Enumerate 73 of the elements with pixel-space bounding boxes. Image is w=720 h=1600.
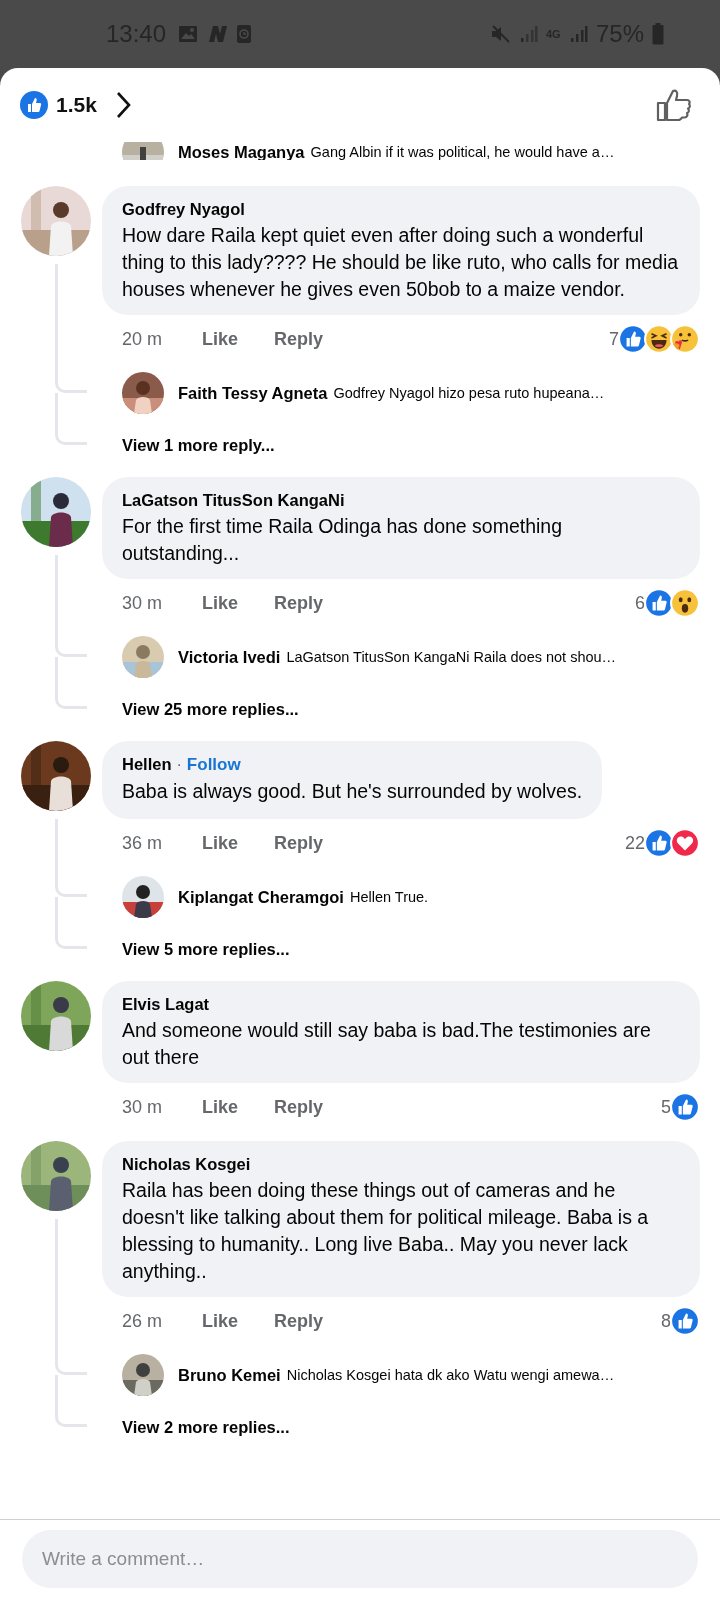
like-action[interactable]: Like (202, 1310, 239, 1332)
signal-icon (519, 25, 538, 43)
reply-action[interactable]: Reply (274, 832, 324, 854)
reply-author[interactable]: Faith Tessy Agneta (178, 383, 328, 403)
chevron-right-icon[interactable] (114, 91, 131, 119)
comment-time: 30 m (122, 1096, 164, 1118)
separator-dot: · (176, 756, 182, 774)
like-icon (670, 1092, 700, 1122)
comment-time: 36 m (122, 832, 164, 854)
comment-author[interactable]: Hellen (122, 755, 172, 774)
like-action[interactable]: Like (202, 832, 239, 854)
comment-author[interactable]: Godfrey Nyagol (122, 200, 245, 219)
battery-icon (652, 23, 664, 45)
view-more-replies-link[interactable]: View 25 more replies... (122, 699, 299, 719)
comment-text: Baba is always good. But he's surrounded by wolves. (122, 779, 583, 804)
reaction-count: 5 (661, 1096, 671, 1118)
thread-connector (55, 627, 87, 657)
follow-link[interactable]: Follow (186, 755, 241, 775)
comment-time: 20 m (122, 328, 164, 350)
reply-text: LaGatson TitusSon KangaNi Raila does not shou… (286, 649, 617, 665)
mute-icon (489, 24, 512, 44)
reply-action[interactable]: Reply (274, 328, 324, 350)
like-icon (618, 324, 648, 354)
like-action[interactable]: Like (202, 592, 239, 614)
reply-author[interactable]: Kiplangat Cheramgoi (178, 887, 344, 907)
surprised-emoji-icon (670, 588, 700, 618)
reply-action[interactable]: Reply (274, 1310, 324, 1332)
thread-connector (55, 927, 87, 949)
reaction-count-button[interactable]: 1.5k (48, 93, 101, 117)
comment-time: 26 m (122, 1310, 164, 1332)
like-icon (20, 91, 48, 119)
comment-text: Raila has been doing these things out of cameras and he doesn't like talking about them for political mileage. Baba is a blessing to humanity.. Long live Baba.. May you never lack anything.. (122, 1178, 650, 1284)
clock-icon (236, 24, 253, 44)
view-more-replies-link[interactable]: View 5 more replies... (122, 939, 290, 959)
image-icon (178, 25, 199, 43)
thread-connector (55, 423, 87, 445)
thread-connector (55, 1405, 87, 1427)
reply-text: Nicholas Kosgei hata dk ako Watu wengi amewa… (286, 1367, 615, 1383)
reply-text: Hellen True. (349, 889, 429, 905)
hugging-emoji-icon (670, 324, 700, 354)
comment-text: For the first time Raila Odinga has done something outstanding... (122, 514, 564, 566)
signal-icon (569, 25, 588, 43)
comment-text: How dare Raila kept quiet even after doing such a wonderful thing to this lady???? He should be like ruto, who calls for media houses whenever he gives even 50bob to a maize vendor. (122, 223, 680, 302)
reply-author[interactable]: Victoria Ivedi (178, 647, 281, 667)
reply-action[interactable]: Reply (274, 592, 324, 614)
like-icon (670, 1306, 700, 1336)
reply-author[interactable]: Bruno Kemei (178, 1365, 281, 1385)
like-icon (644, 588, 674, 618)
like-icon (644, 828, 674, 858)
like-button-icon[interactable] (656, 87, 692, 123)
comment-input-field[interactable]: Write a comment… (22, 1530, 698, 1588)
reply-text: Godfrey Nyagol hizo pesa ruto hupeana… (333, 385, 605, 401)
thread-connector (55, 363, 87, 393)
reply-text: Gang Albin if it was political, he would have a… (310, 144, 615, 160)
thread-connector (55, 1345, 87, 1375)
app-icon (206, 25, 229, 43)
laughing-emoji-icon (644, 324, 674, 354)
like-action[interactable]: Like (202, 328, 239, 350)
reaction-count: 22 (624, 832, 645, 854)
reply-action[interactable]: Reply (274, 1096, 324, 1118)
comment-author[interactable]: Elvis Lagat (122, 995, 210, 1014)
reaction-count: 8 (661, 1310, 671, 1332)
reaction-count: 7 (609, 328, 619, 350)
comment-author[interactable]: Nicholas Kosgei (122, 1155, 251, 1174)
view-more-replies-link[interactable]: View 1 more reply... (122, 435, 275, 455)
reaction-count: 6 (635, 592, 645, 614)
comment-time: 30 m (122, 592, 164, 614)
thread-connector (55, 687, 87, 709)
comment-text: And someone would still say baba is bad.The testimonies are out there (122, 1018, 652, 1070)
view-more-replies-link[interactable]: View 2 more replies... (122, 1417, 290, 1437)
comment-author[interactable]: LaGatson TitusSon KangaNi (122, 491, 345, 510)
thread-connector (55, 867, 87, 897)
like-action[interactable]: Like (202, 1096, 239, 1118)
